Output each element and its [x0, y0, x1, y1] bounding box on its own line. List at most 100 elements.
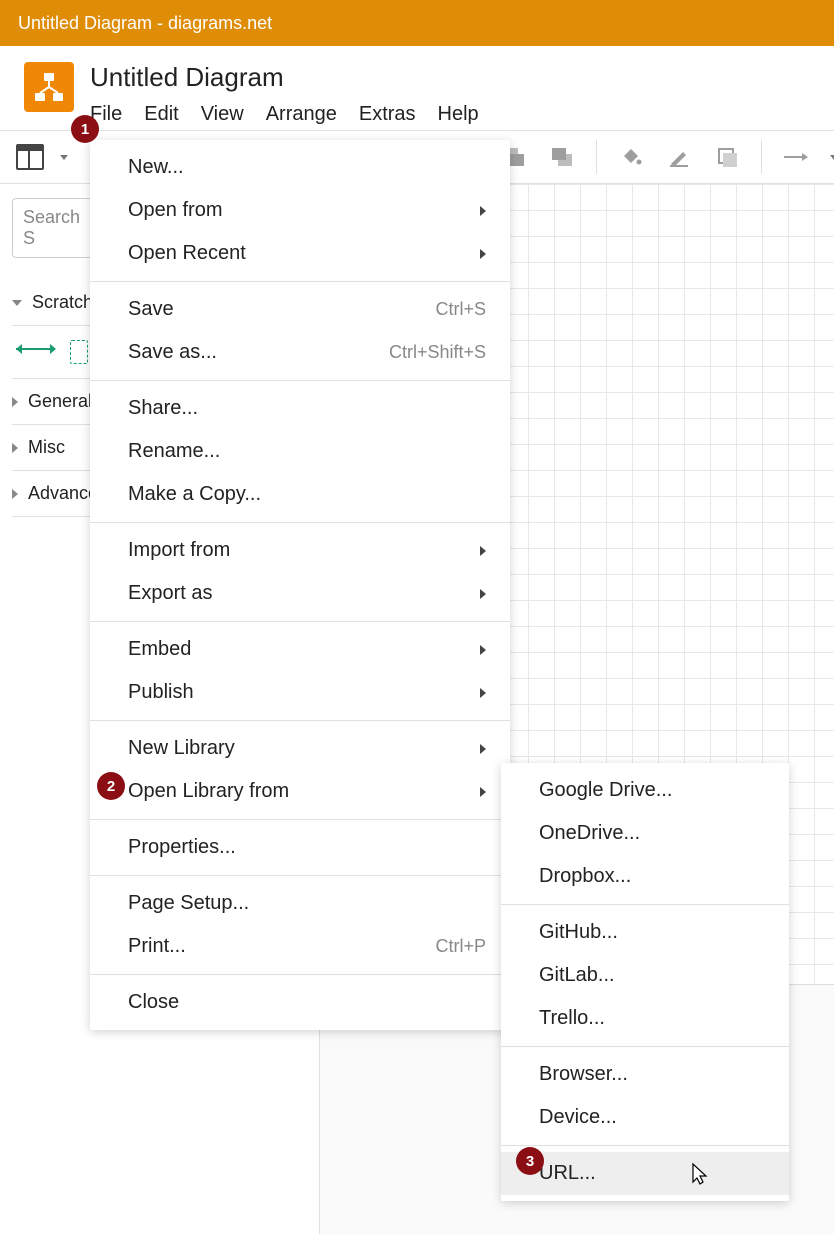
diagrams-net-icon	[31, 69, 67, 105]
submenu-item-device[interactable]: Device...	[501, 1096, 789, 1139]
menu-item-label: Rename...	[128, 440, 220, 463]
menu-separator	[90, 621, 510, 622]
menu-extras[interactable]: Extras	[359, 103, 416, 126]
layout-icon	[16, 144, 44, 170]
menu-item-save-as[interactable]: Save as...Ctrl+Shift+S	[90, 331, 510, 374]
annotation-badge-2: 2	[97, 772, 125, 800]
chevron-right-icon	[12, 489, 18, 499]
chevron-right-icon	[480, 206, 486, 216]
file-menu-dropdown: New... Open from Open Recent SaveCtrl+S …	[90, 140, 510, 1030]
menu-item-label: Print...	[128, 935, 186, 958]
menu-item-label: Export as	[128, 582, 212, 605]
menu-item-label: Dropbox...	[539, 865, 631, 888]
submenu-item-onedrive[interactable]: OneDrive...	[501, 812, 789, 855]
document-title[interactable]: Untitled Diagram	[90, 62, 479, 93]
menu-item-label: Embed	[128, 638, 191, 661]
shadow-icon	[716, 146, 738, 168]
submenu-item-browser[interactable]: Browser...	[501, 1053, 789, 1096]
menu-item-label: New...	[128, 156, 184, 179]
mouse-cursor-icon	[689, 1162, 711, 1188]
chevron-right-icon	[480, 589, 486, 599]
submenu-item-gitlab[interactable]: GitLab...	[501, 954, 789, 997]
double-arrow-shape[interactable]	[16, 340, 56, 358]
connection-style-button[interactable]	[782, 143, 810, 171]
paint-bucket-icon	[620, 146, 642, 168]
menu-item-open-library-from[interactable]: Open Library from	[90, 770, 510, 813]
shadow-button[interactable]	[713, 143, 741, 171]
menu-separator	[90, 974, 510, 975]
annotation-badge-1: 1	[71, 115, 99, 143]
menu-help[interactable]: Help	[438, 103, 479, 126]
menu-view[interactable]: View	[201, 103, 244, 126]
window-title: Untitled Diagram - diagrams.net	[18, 13, 272, 34]
menu-item-label: New Library	[128, 737, 235, 760]
menu-item-print[interactable]: Print... Ctrl+P	[90, 925, 510, 968]
menu-item-properties[interactable]: Properties...	[90, 826, 510, 869]
menu-shortcut: Ctrl+Shift+S	[389, 342, 486, 363]
menu-item-new[interactable]: New...	[90, 146, 510, 189]
layout-toggle-button[interactable]	[16, 143, 44, 171]
chevron-right-icon	[480, 645, 486, 655]
chevron-right-icon	[480, 744, 486, 754]
menu-separator	[501, 1145, 789, 1146]
menu-item-label: Close	[128, 991, 179, 1014]
chevron-down-icon	[12, 300, 22, 306]
menu-item-label: GitHub...	[539, 921, 618, 944]
app-logo[interactable]	[24, 62, 74, 112]
menu-separator	[90, 281, 510, 282]
toolbar-divider	[596, 140, 597, 174]
dashed-box-shape[interactable]	[70, 340, 88, 364]
submenu-item-url[interactable]: URL...	[501, 1152, 789, 1195]
submenu-item-github[interactable]: GitHub...	[501, 911, 789, 954]
menu-item-open-from[interactable]: Open from	[90, 189, 510, 232]
menu-item-rename[interactable]: Rename...	[90, 430, 510, 473]
toolbar-divider	[761, 140, 762, 174]
fill-color-button[interactable]	[617, 143, 645, 171]
app-header: Untitled Diagram File Edit View Arrange …	[0, 46, 834, 130]
submenu-item-trello[interactable]: Trello...	[501, 997, 789, 1040]
pencil-icon	[668, 146, 690, 168]
menu-item-label: Publish	[128, 681, 194, 704]
line-color-button[interactable]	[665, 143, 693, 171]
menu-item-label: Import from	[128, 539, 230, 562]
chevron-right-icon	[12, 397, 18, 407]
menu-item-new-library[interactable]: New Library	[90, 727, 510, 770]
menu-item-label: Open Library from	[128, 780, 289, 803]
chevron-down-icon[interactable]	[830, 155, 834, 160]
submenu-item-google-drive[interactable]: Google Drive...	[501, 769, 789, 812]
menu-shortcut: Ctrl+P	[435, 936, 486, 957]
chevron-right-icon	[480, 546, 486, 556]
menu-item-label: Share...	[128, 397, 198, 420]
arrow-right-icon	[784, 151, 808, 163]
menu-item-label: Device...	[539, 1106, 617, 1129]
menu-item-publish[interactable]: Publish	[90, 671, 510, 714]
menu-separator	[90, 522, 510, 523]
menu-separator	[501, 1046, 789, 1047]
menu-separator	[90, 720, 510, 721]
menu-item-label: GitLab...	[539, 964, 615, 987]
menu-item-label: Trello...	[539, 1007, 605, 1030]
chevron-down-icon[interactable]	[60, 155, 68, 160]
menu-item-open-recent[interactable]: Open Recent	[90, 232, 510, 275]
menu-item-export-as[interactable]: Export as	[90, 572, 510, 615]
menu-item-label: Open Recent	[128, 242, 246, 265]
menu-item-close[interactable]: Close	[90, 981, 510, 1024]
menu-arrange[interactable]: Arrange	[266, 103, 337, 126]
to-back-button[interactable]	[548, 143, 576, 171]
sidebar-general-label: General	[28, 391, 92, 412]
chevron-right-icon	[480, 787, 486, 797]
menu-item-import-from[interactable]: Import from	[90, 529, 510, 572]
menu-item-share[interactable]: Share...	[90, 387, 510, 430]
menu-item-page-setup[interactable]: Page Setup...	[90, 882, 510, 925]
menu-item-label: URL...	[539, 1162, 596, 1185]
menu-item-make-copy[interactable]: Make a Copy...	[90, 473, 510, 516]
submenu-item-dropbox[interactable]: Dropbox...	[501, 855, 789, 898]
sidebar-advanced-label: Advance	[28, 483, 98, 504]
menu-separator	[90, 875, 510, 876]
menu-item-save[interactable]: SaveCtrl+S	[90, 288, 510, 331]
menu-item-label: Properties...	[128, 836, 236, 859]
menu-edit[interactable]: Edit	[144, 103, 178, 126]
menu-item-embed[interactable]: Embed	[90, 628, 510, 671]
menu-item-label: Save	[128, 298, 174, 321]
menu-item-label: Open from	[128, 199, 222, 222]
